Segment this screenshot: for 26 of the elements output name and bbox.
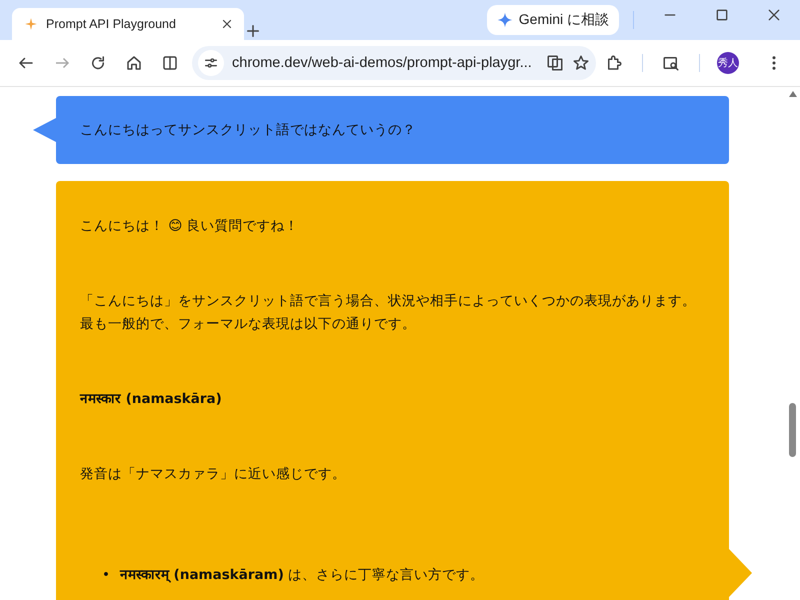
- reload-icon[interactable]: [89, 54, 107, 72]
- browser-tab[interactable]: Prompt API Playground: [12, 8, 244, 40]
- search-tab-icon[interactable]: [662, 54, 680, 72]
- gemini-button[interactable]: Gemini に相談: [486, 5, 619, 35]
- close-icon[interactable]: [766, 6, 782, 22]
- message-text: こんにちはってサンスクリット語ではなんていうの？: [80, 120, 416, 140]
- address-bar[interactable]: chrome.dev/web-ai-demos/prompt-api-playgr...: [192, 46, 596, 80]
- bullet: •: [102, 566, 110, 585]
- home-icon[interactable]: [125, 54, 143, 72]
- close-icon[interactable]: [220, 17, 234, 31]
- new-tab-icon[interactable]: [244, 22, 262, 40]
- extensions-icon[interactable]: [605, 54, 623, 72]
- scrollbar-thumb[interactable]: [789, 403, 796, 457]
- list-item: नमस्कारम् (namaskāram) は、さらに丁寧な言い方です。: [120, 566, 484, 585]
- translate-icon[interactable]: [546, 54, 564, 72]
- message-text: 発音は「ナマスカァラ」に近い感じです。: [80, 465, 347, 484]
- maximize-icon[interactable]: [714, 6, 730, 22]
- profile-avatar[interactable]: 秀人: [717, 52, 739, 74]
- message-heading: नमस्कार (namaskāra): [80, 390, 223, 409]
- message-text: こんにちは！ 😊 良い質問ですね！: [80, 217, 300, 236]
- sparkle-icon: [496, 12, 513, 28]
- star-icon[interactable]: [572, 54, 590, 72]
- scroll-up-icon[interactable]: [789, 91, 797, 97]
- split-view-icon[interactable]: [161, 54, 179, 72]
- sparkle-icon: [24, 17, 38, 31]
- message-text: 「こんにちは」をサンスクリット語で言う場合、状況や相手によっていくつかの表現があります。最も一般的で、フォーマルな表現は以下の通りです。: [80, 292, 697, 334]
